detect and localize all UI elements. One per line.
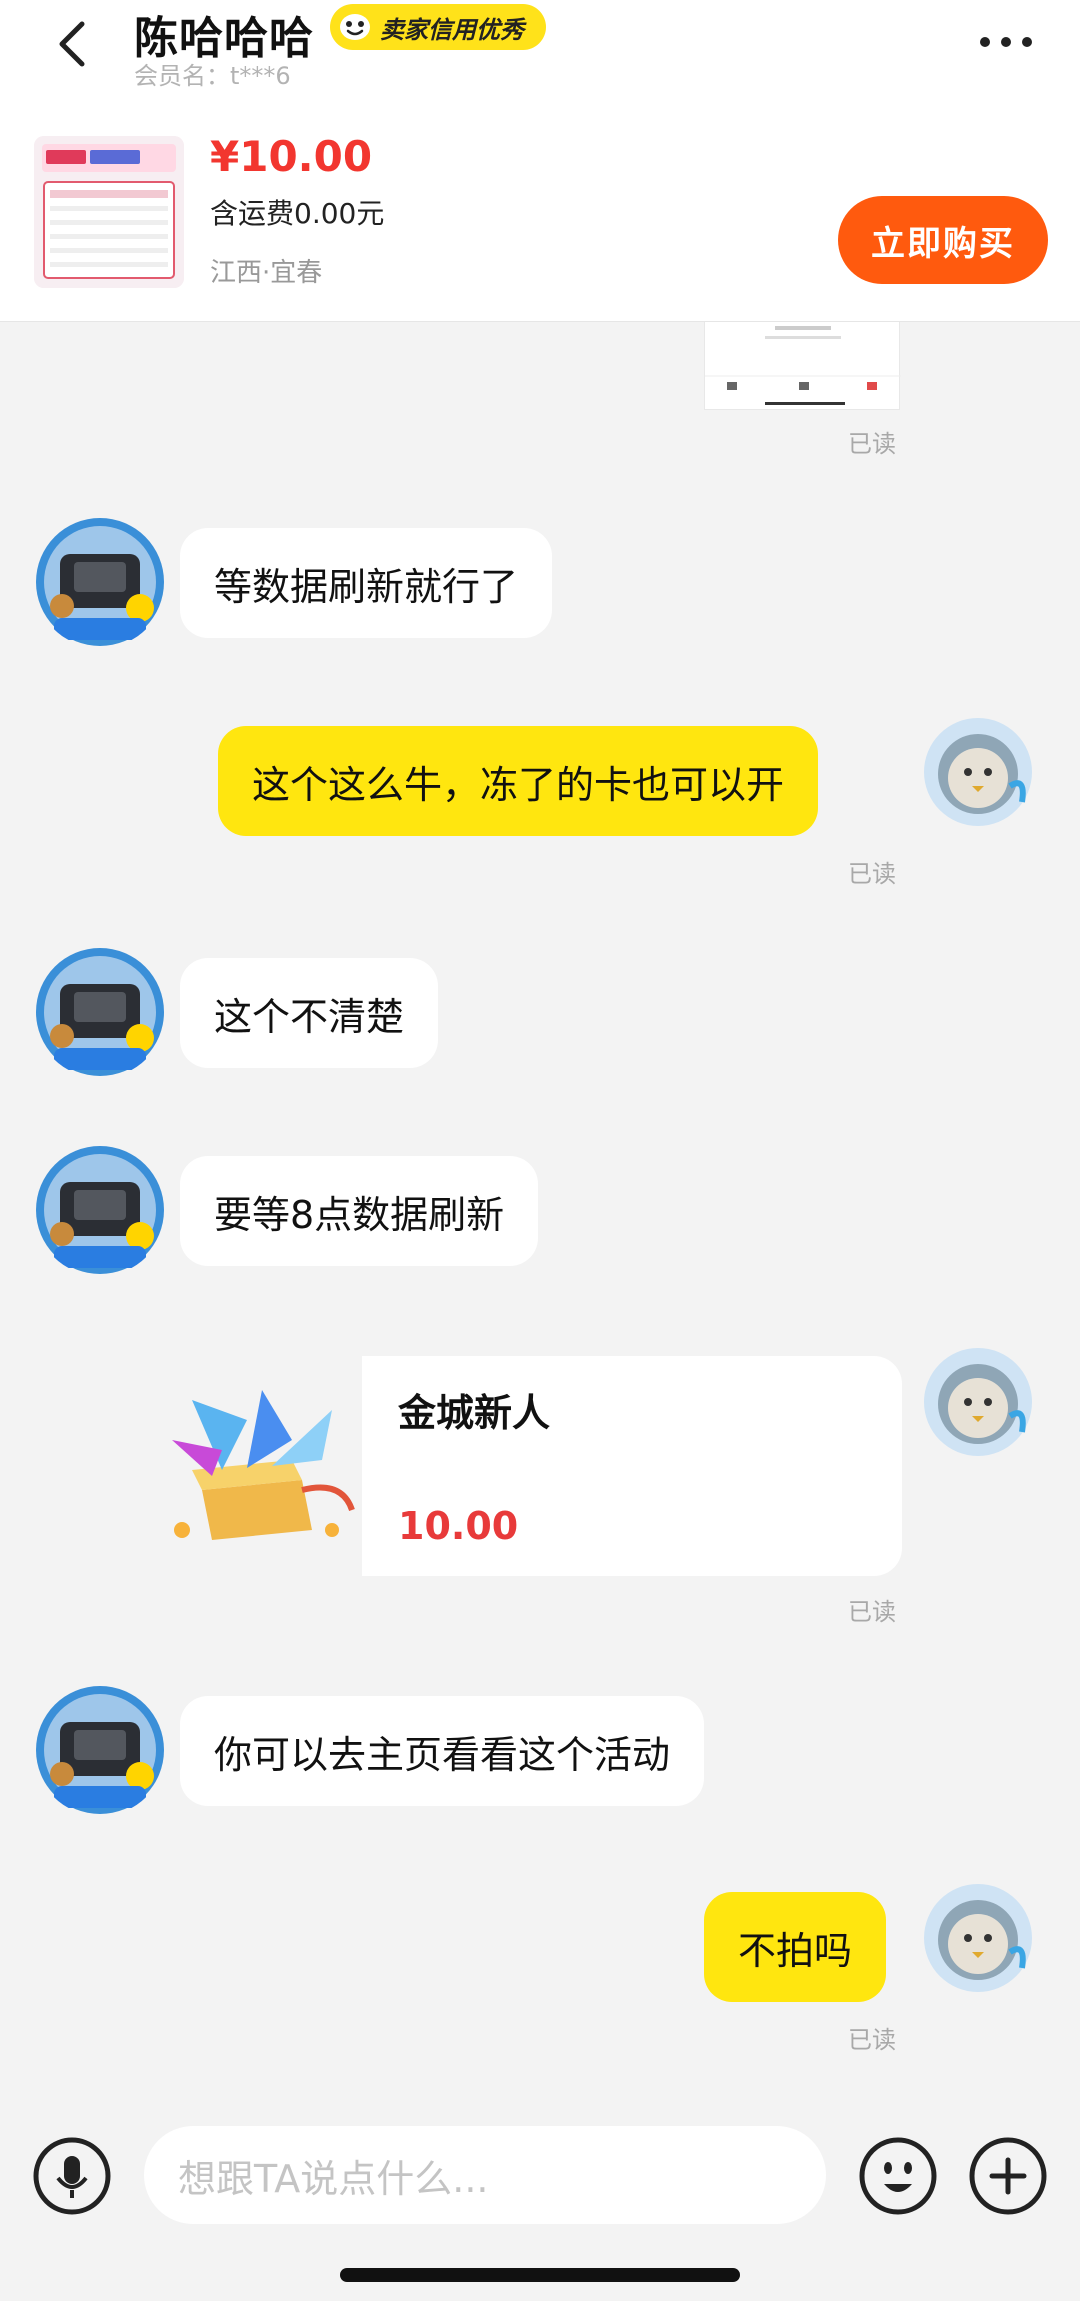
seller-avatar[interactable] — [34, 946, 166, 1078]
message-bubble-incoming[interactable]: 这个不清楚 — [180, 958, 439, 1068]
header: 陈哈哈哈 卖家信用优秀 会员名：t***6 ¥10.00 含运费0.00元 江西… — [0, 0, 1080, 322]
read-status: 已读 — [848, 2026, 896, 2054]
coupon-card-amount: 10.00 — [398, 1504, 519, 1548]
seller-avatar[interactable] — [34, 516, 166, 648]
member-name: 会员名：t***6 — [134, 62, 291, 90]
emoji-icon[interactable] — [858, 2136, 938, 2216]
buy-now-button[interactable]: 立即购买 — [838, 196, 1048, 284]
back-arrow-icon[interactable] — [44, 14, 104, 74]
credit-badge[interactable]: 卖家信用优秀 — [330, 4, 546, 50]
seller-location: 江西·宜春 — [210, 258, 323, 288]
message-bubble-incoming[interactable]: 你可以去主页看看这个活动 — [180, 1696, 705, 1806]
my-avatar[interactable] — [922, 716, 1034, 828]
message-bubble-incoming[interactable]: 等数据刷新就行了 — [180, 528, 553, 638]
screenshot-preview-icon — [705, 326, 901, 405]
microphone-icon[interactable] — [32, 2136, 112, 2216]
plus-icon[interactable] — [968, 2136, 1048, 2216]
message-bubble-outgoing[interactable]: 不拍吗 — [704, 1892, 887, 2002]
more-menu-button[interactable] — [980, 28, 1040, 56]
product-price: ¥10.00 — [210, 132, 373, 181]
my-avatar[interactable] — [922, 1346, 1034, 1458]
gift-box-icon — [172, 1390, 355, 1540]
dot-icon — [1022, 37, 1032, 47]
read-status: 已读 — [848, 430, 896, 458]
shipping-info: 含运费0.00元 — [210, 197, 385, 230]
product-image-icon — [34, 136, 184, 288]
shared-screenshot-thumbnail[interactable] — [704, 322, 901, 410]
message-input[interactable]: 想跟TA说点什么... — [144, 2126, 826, 2224]
credit-badge-label: 卖家信用优秀 — [380, 15, 524, 44]
message-bubble-incoming[interactable]: 要等8点数据刷新 — [180, 1156, 539, 1266]
read-status: 已读 — [848, 860, 896, 888]
dot-icon — [1001, 37, 1011, 47]
seller-avatar[interactable] — [34, 1144, 166, 1276]
dot-icon — [980, 37, 990, 47]
smile-face-icon — [340, 14, 370, 40]
my-avatar[interactable] — [922, 1882, 1034, 1994]
home-indicator[interactable] — [340, 2268, 740, 2282]
coupon-card-title: 金城新人 — [398, 1391, 551, 1435]
seller-avatar[interactable] — [34, 1684, 166, 1816]
read-status: 已读 — [848, 1598, 896, 1626]
message-bubble-outgoing[interactable]: 这个这么牛，冻了的卡也可以开 — [218, 726, 819, 836]
product-thumbnail[interactable] — [34, 136, 184, 288]
